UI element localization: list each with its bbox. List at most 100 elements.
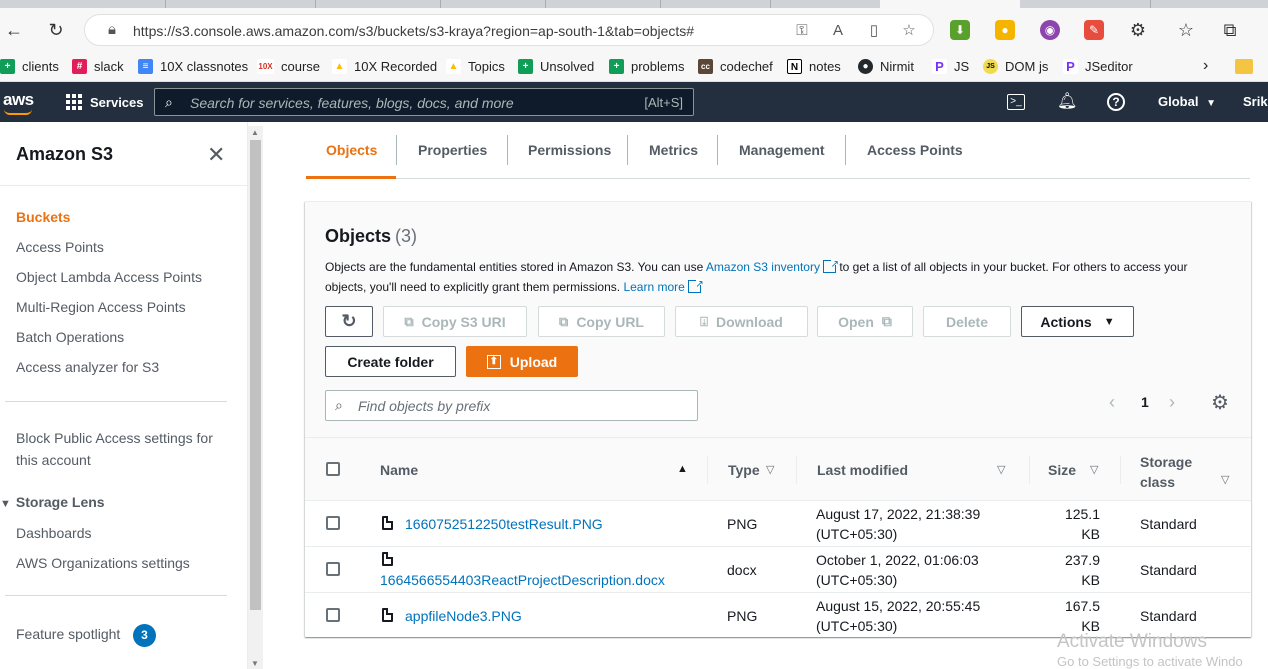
region-selector[interactable]: Global ▼ bbox=[1158, 94, 1216, 109]
page-number[interactable]: 1 bbox=[1141, 394, 1149, 410]
sidebar-item-access-points[interactable]: Access Points bbox=[16, 239, 104, 255]
tab-metrics[interactable]: Metrics bbox=[649, 142, 698, 158]
row-checkbox[interactable] bbox=[326, 516, 340, 530]
prev-page-icon[interactable]: ‹ bbox=[1109, 392, 1115, 413]
s3-inventory-link[interactable]: Amazon S3 inventory bbox=[706, 260, 820, 274]
sidebar-item-dashboards[interactable]: Dashboards bbox=[16, 525, 92, 541]
refresh-button[interactable]: ↻ bbox=[325, 306, 373, 337]
table-row[interactable]: 1664566554403ReactProjectDescription.doc… bbox=[305, 547, 1251, 593]
select-all-checkbox[interactable] bbox=[326, 462, 340, 476]
sidebar-item-access-analyzer[interactable]: Access analyzer for S3 bbox=[16, 359, 159, 375]
favorites-icon[interactable]: ☆ bbox=[1174, 18, 1198, 42]
delete-button[interactable]: Delete bbox=[923, 306, 1011, 337]
sidebar-item-batch-operations[interactable]: Batch Operations bbox=[16, 329, 124, 345]
bookmark-10x-classnotes[interactable]: ≡ 10X classnotes bbox=[138, 55, 248, 77]
bookmark-dom-js[interactable]: JS DOM js bbox=[983, 55, 1048, 77]
object-name-link[interactable]: 1664566554403ReactProjectDescription.doc… bbox=[380, 570, 665, 590]
key-icon[interactable]: ⚿ bbox=[791, 20, 813, 42]
tab-management[interactable]: Management bbox=[739, 142, 825, 158]
column-header-storage-class[interactable]: Storage class bbox=[1140, 452, 1192, 492]
aws-search-input[interactable]: ⌕ Search for services, features, blogs, … bbox=[154, 88, 694, 116]
bookmark-course[interactable]: 10X course bbox=[257, 55, 320, 77]
active-browser-tab[interactable] bbox=[880, 0, 1020, 8]
tab-access-points[interactable]: Access Points bbox=[867, 142, 963, 158]
close-icon[interactable]: ✕ bbox=[207, 142, 225, 168]
tab-permissions[interactable]: Permissions bbox=[528, 142, 611, 158]
sort-icon[interactable]: ▽ bbox=[1221, 473, 1229, 486]
collections-icon[interactable]: ⧉ bbox=[1218, 18, 1242, 42]
scroll-thumb[interactable] bbox=[250, 140, 261, 610]
bookmark-codechef[interactable]: cc codechef bbox=[698, 55, 773, 77]
actions-dropdown[interactable]: Actions ▼ bbox=[1021, 306, 1134, 337]
table-row[interactable]: 1660752512250testResult.PNG PNG August 1… bbox=[305, 501, 1251, 547]
open-button[interactable]: Open ⧉ bbox=[817, 306, 913, 337]
copy-url-button[interactable]: ⧉ Copy URL bbox=[538, 306, 665, 337]
color-picker-extension-icon[interactable]: ◉ bbox=[1040, 20, 1060, 40]
bookmark-clients[interactable]: + clients bbox=[0, 55, 59, 77]
tab-properties[interactable]: Properties bbox=[418, 142, 487, 158]
column-header-last-modified[interactable]: Last modified bbox=[817, 462, 908, 478]
bookmark-topics[interactable]: ▲ Topics bbox=[446, 55, 505, 77]
row-checkbox[interactable] bbox=[326, 562, 340, 576]
extensions-icon[interactable]: ⚙ bbox=[1126, 18, 1150, 42]
copy-s3-uri-button[interactable]: ⧉ Copy S3 URI bbox=[383, 306, 527, 337]
sort-icon[interactable]: ▽ bbox=[1090, 463, 1098, 476]
bell-icon[interactable]: 🔔︎ bbox=[1057, 92, 1077, 112]
scroll-up-icon[interactable]: ▲ bbox=[251, 128, 259, 137]
next-page-icon[interactable]: › bbox=[1169, 392, 1175, 413]
tab-objects[interactable]: Objects bbox=[326, 142, 377, 158]
bookmark-10x-recorded[interactable]: ▲ 10X Recorded bbox=[332, 55, 437, 77]
aws-logo[interactable]: aws bbox=[3, 90, 34, 110]
cloudshell-icon[interactable]: >_ bbox=[1007, 94, 1025, 110]
bookmark-problems[interactable]: + problems bbox=[609, 55, 684, 77]
sort-ascending-icon[interactable]: ▲ bbox=[677, 463, 688, 475]
address-bar[interactable]: 🔒︎ https://s3.console.aws.amazon.com/s3/… bbox=[84, 14, 934, 46]
bookmark-js[interactable]: P JS bbox=[932, 55, 969, 77]
sidebar-section-storage-lens[interactable]: ▼ Storage Lens bbox=[0, 494, 105, 510]
column-header-size[interactable]: Size bbox=[1048, 462, 1076, 478]
bookmark-jseditor[interactable]: P JSeditor bbox=[1063, 55, 1133, 77]
object-name-link[interactable]: 1660752512250testResult.PNG bbox=[405, 514, 603, 534]
bookmark-nirmit[interactable]: ● Nirmit bbox=[858, 55, 914, 77]
learn-more-link[interactable]: Learn more bbox=[623, 280, 684, 294]
sidebar-item-multi-region[interactable]: Multi-Region Access Points bbox=[16, 299, 186, 315]
scroll-down-icon[interactable]: ▼ bbox=[251, 659, 259, 668]
upload-button[interactable]: ⬆ Upload bbox=[466, 346, 578, 377]
column-header-type[interactable]: Type bbox=[728, 462, 760, 478]
reader-view-icon[interactable]: ▯ bbox=[863, 20, 885, 42]
download-extension-icon[interactable]: ⬇ bbox=[950, 20, 970, 40]
grid-icon bbox=[66, 94, 82, 110]
lock-icon[interactable]: 🔒︎ bbox=[101, 19, 123, 41]
row-checkbox[interactable] bbox=[326, 608, 340, 622]
help-icon[interactable]: ? bbox=[1107, 93, 1125, 111]
bookmark-notes[interactable]: Nnotes bbox=[787, 55, 841, 77]
folder-icon[interactable] bbox=[1235, 55, 1260, 77]
gear-icon[interactable]: ⚙ bbox=[1211, 390, 1229, 415]
back-icon[interactable]: ← bbox=[2, 18, 26, 42]
chevron-right-icon[interactable]: › bbox=[1203, 55, 1208, 77]
bookmark-unsolved[interactable]: + Unsolved bbox=[518, 55, 594, 77]
read-aloud-icon[interactable]: A bbox=[827, 20, 849, 42]
object-name-link[interactable]: appfileNode3.PNG bbox=[405, 606, 522, 626]
download-button[interactable]: ⍗ Download bbox=[675, 306, 808, 337]
add-favorite-icon[interactable]: ☆ bbox=[898, 20, 920, 42]
reload-icon[interactable]: ↻ bbox=[44, 18, 68, 42]
create-folder-button[interactable]: Create folder bbox=[325, 346, 456, 377]
account-menu[interactable]: Srikr bbox=[1243, 94, 1268, 109]
notes-extension-icon[interactable]: ✎ bbox=[1084, 20, 1104, 40]
column-header-name[interactable]: Name bbox=[380, 462, 418, 478]
sort-icon[interactable]: ▽ bbox=[997, 463, 1005, 476]
sidebar-item-object-lambda[interactable]: Object Lambda Access Points bbox=[16, 269, 202, 285]
sidebar-item-org-settings[interactable]: AWS Organizations settings bbox=[16, 555, 190, 571]
find-objects-input[interactable] bbox=[358, 395, 688, 416]
sidebar-item-feature-spotlight[interactable]: Feature spotlight bbox=[16, 626, 120, 642]
bookmark-slack[interactable]: # slack bbox=[72, 55, 124, 77]
find-objects-search[interactable]: ⌕ bbox=[325, 390, 698, 421]
sort-icon[interactable]: ▽ bbox=[766, 463, 774, 476]
object-type: PNG bbox=[727, 608, 758, 624]
sidebar-item-buckets[interactable]: Buckets bbox=[16, 209, 70, 225]
sidebar-item-block-public-access[interactable]: Block Public Access settings for this ac… bbox=[16, 430, 213, 468]
extension-icon[interactable]: ● bbox=[995, 20, 1015, 40]
services-button[interactable]: Services bbox=[66, 92, 144, 112]
sidebar-scrollbar[interactable]: ▲ ▼ bbox=[248, 126, 263, 669]
